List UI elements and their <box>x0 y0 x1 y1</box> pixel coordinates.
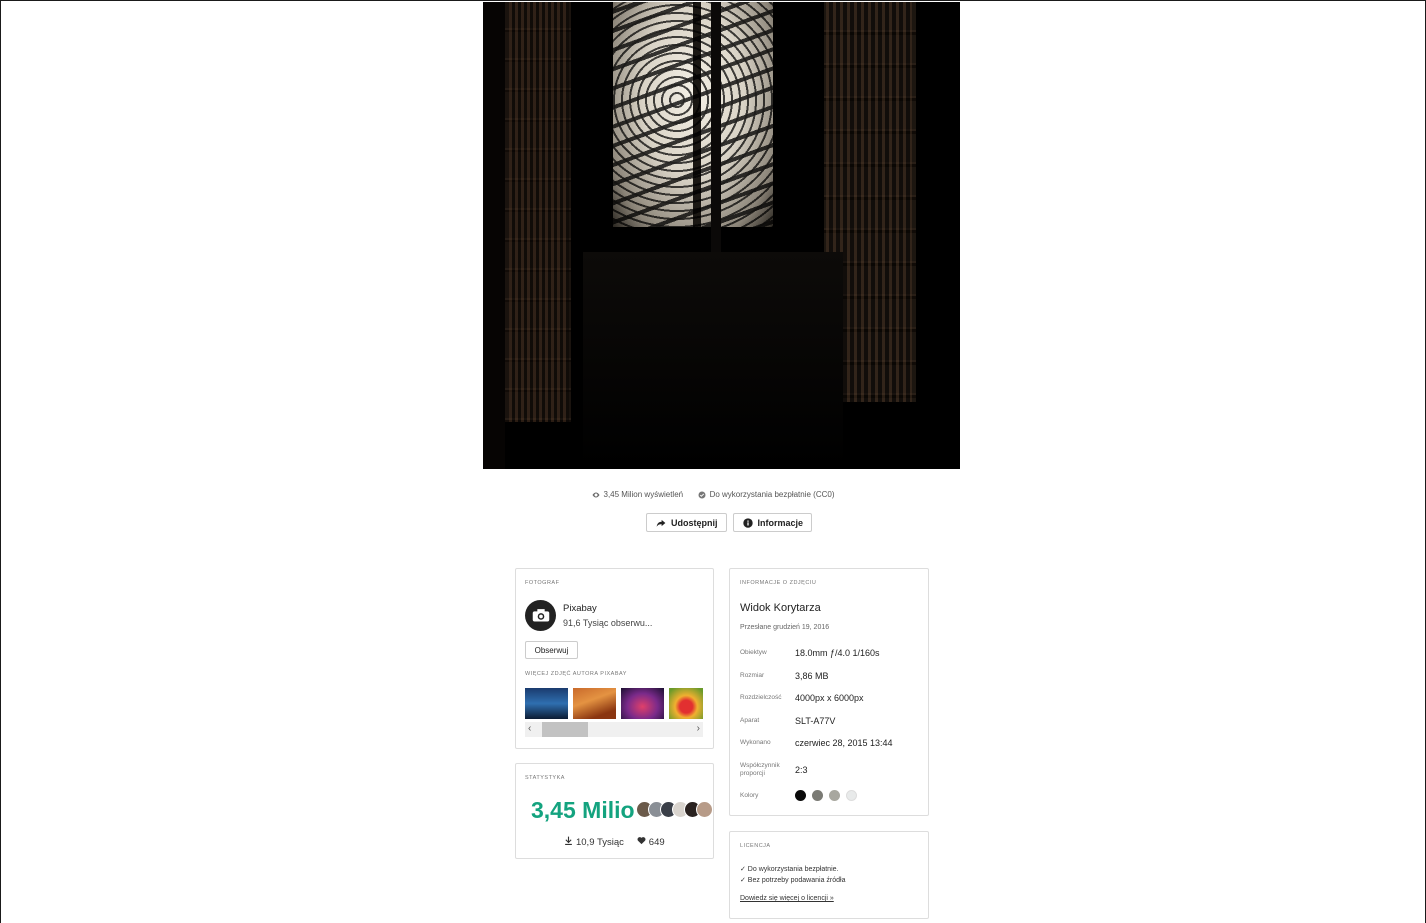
upload-date: Przesłane grudzień 19, 2016 <box>740 624 830 631</box>
views-total: 3,45 Milion <box>525 797 635 824</box>
detail-row-taken: Wykonano czerwiec 28, 2015 13:44 <box>740 732 920 755</box>
more-photo-thumbnail[interactable] <box>525 688 568 719</box>
detail-key: Wykonano <box>740 739 771 747</box>
color-swatch[interactable] <box>812 790 823 802</box>
detail-value: SLT-A77V <box>795 715 836 726</box>
statistics-card: Statystyka 3,45 Milion 10,9 Tysiąc 649 <box>515 763 714 859</box>
photo-info-section-title: Informacje o zdjęciu <box>740 580 817 586</box>
downloads-likes-row: 10,9 Tysiąc 649 <box>516 836 713 848</box>
photo-title: Widok Korytarza <box>740 602 821 614</box>
detail-key: Współczynnik proporcji <box>740 761 780 777</box>
detail-key: Obiektyw <box>740 649 767 657</box>
downloads-count: 10,9 Tysiąc <box>575 836 624 848</box>
detail-key: Aparat <box>740 716 760 724</box>
detail-value: 2:3 <box>795 764 808 775</box>
likers-avatars <box>636 801 713 818</box>
detail-row-colors: Kolory <box>740 785 920 808</box>
detail-key: Rozmiar <box>740 671 765 679</box>
more-photo-thumbnail[interactable] <box>573 688 616 719</box>
scroll-right-icon[interactable]: › <box>697 724 700 734</box>
color-swatch[interactable] <box>829 790 840 802</box>
info-icon <box>742 517 753 528</box>
statistics-section-title: Statystyka <box>525 775 565 781</box>
camera-icon <box>532 608 549 621</box>
more-photos-strip <box>525 688 703 720</box>
license-line-no-attribution: ✓ Bez potrzeby podawania źródła <box>740 877 846 884</box>
info-button[interactable]: Informacje <box>732 513 813 532</box>
detail-row-aspect-ratio: Współczynnik proporcji 2:3 <box>740 755 920 785</box>
color-swatch[interactable] <box>846 790 857 802</box>
color-swatch[interactable] <box>795 790 806 802</box>
photo-details: Obiektyw 18.0mm ƒ/4.0 1/160s Rozmiar 3,8… <box>740 642 920 807</box>
check-badge-icon <box>698 491 706 499</box>
share-button[interactable]: Udostępnij <box>646 513 727 532</box>
color-swatches <box>795 790 857 802</box>
heart-icon <box>637 836 646 848</box>
detail-value: 4000px x 6000px <box>795 693 864 704</box>
photo-staircase-pole <box>711 2 721 272</box>
eye-icon <box>592 491 600 499</box>
photo-spiral-staircase <box>593 2 803 282</box>
avatar[interactable] <box>525 600 556 631</box>
share-label: Udostępnij <box>671 517 718 528</box>
photographer-card: Fotograf Pixabay 91,6 Tysiąc obserwu... … <box>515 568 714 749</box>
liker-avatar[interactable] <box>696 801 713 818</box>
views-total-value: 3,45 Milion <box>531 797 635 823</box>
photographer-name[interactable]: Pixabay <box>563 603 597 614</box>
detail-value: 18.0mm ƒ/4.0 1/160s <box>795 648 880 659</box>
share-arrow-icon <box>656 518 666 528</box>
photographer-section-title: Fotograf <box>525 580 560 586</box>
detail-row-camera: Aparat SLT-A77V <box>740 710 920 733</box>
photo-meta-line: 3,45 Milion wyświetleń Do wykorzystania … <box>1 490 1425 499</box>
info-label: Informacje <box>757 517 804 528</box>
more-photo-thumbnail[interactable] <box>621 688 664 719</box>
photo-actions: Udostępnij Informacje <box>646 513 813 532</box>
license-line-free: ✓ Do wykorzystania bezpłatnie. <box>740 866 839 873</box>
thumbnail-scrollbar[interactable]: ‹ › <box>525 722 703 737</box>
detail-row-size: Rozmiar 3,86 MB <box>740 665 920 688</box>
photo-books-left <box>509 2 569 422</box>
follow-button[interactable]: Obserwuj <box>525 641 578 659</box>
scroll-left-icon[interactable]: ‹ <box>528 724 531 734</box>
more-photos-title: Więcej zdjęć autora Pixabay <box>525 671 627 677</box>
detail-row-resolution: Rozdzielczość 4000px x 6000px <box>740 687 920 710</box>
more-photo-thumbnail[interactable] <box>669 688 703 719</box>
detail-value: czerwiec 28, 2015 13:44 <box>795 738 893 749</box>
views-count-text: 3,45 Milion wyświetleń <box>603 490 684 500</box>
download-icon <box>564 836 573 848</box>
photo-shadow <box>483 2 505 469</box>
license-section-title: Licencja <box>740 843 771 849</box>
detail-row-lens: Obiektyw 18.0mm ƒ/4.0 1/160s <box>740 642 920 665</box>
main-photo[interactable] <box>483 2 960 469</box>
scrollbar-thumb[interactable] <box>542 722 588 737</box>
photo-info-card: Informacje o zdjęciu Widok Korytarza Prz… <box>729 568 929 816</box>
detail-key: Rozdzielczość <box>740 694 782 702</box>
photo-floor <box>583 252 843 469</box>
detail-value: 3,86 MB <box>795 670 829 681</box>
license-text[interactable]: Do wykorzystania bezpłatnie (CC0) <box>710 490 835 499</box>
likes-count: 649 <box>648 836 665 848</box>
photographer-followers: 91,6 Tysiąc obserwu... <box>563 618 653 628</box>
license-learn-more-link[interactable]: Dowiedz się więcej o licencji » <box>740 895 834 902</box>
license-card: Licencja ✓ Do wykorzystania bezpłatnie. … <box>729 831 929 919</box>
detail-key: Kolory <box>740 791 759 799</box>
